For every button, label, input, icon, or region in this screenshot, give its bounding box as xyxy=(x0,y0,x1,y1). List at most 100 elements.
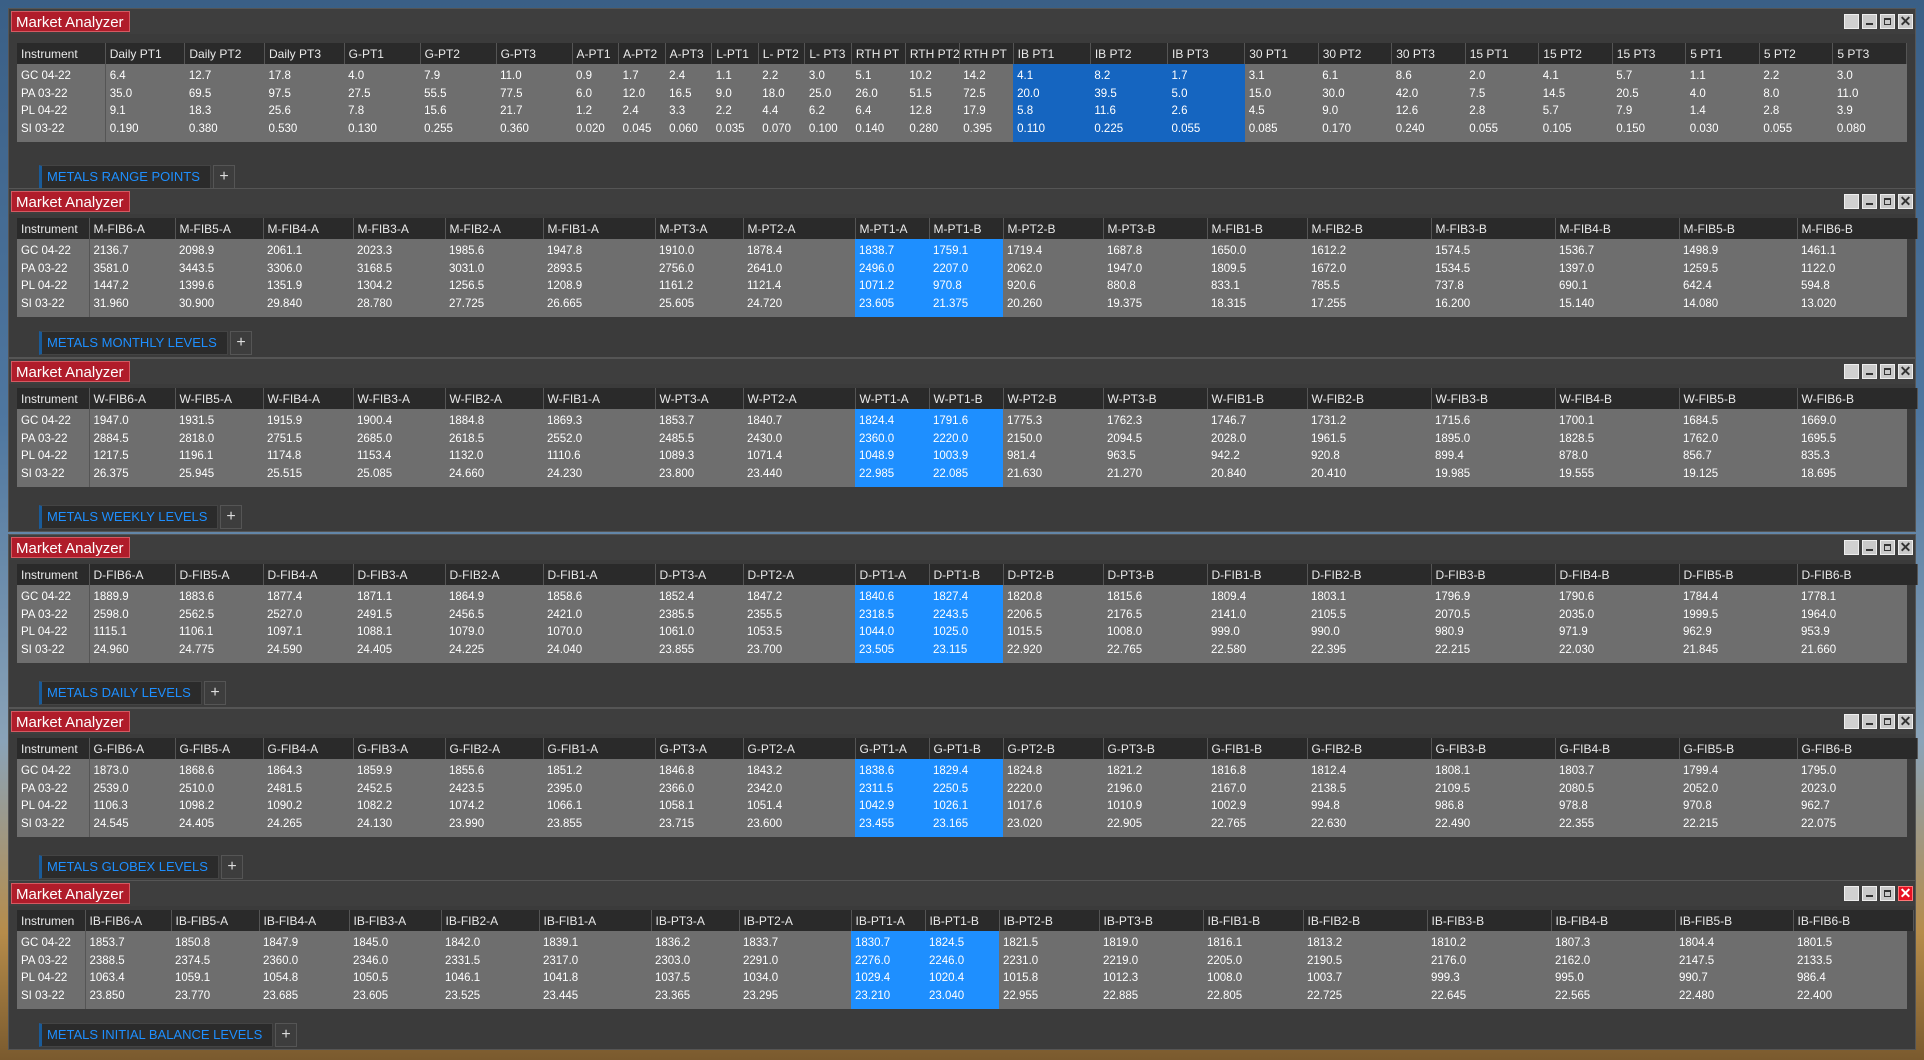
value-cell[interactable]: 0.070 xyxy=(758,121,805,143)
value-cell[interactable]: 5.7 xyxy=(1539,103,1613,121)
add-tab-button[interactable]: + xyxy=(221,855,243,879)
column-header[interactable]: W-FIB2-B xyxy=(1307,388,1432,409)
value-cell[interactable]: 0.030 xyxy=(1686,121,1760,143)
value-cell[interactable]: 1790.6 xyxy=(1555,585,1679,607)
column-header[interactable]: 15 PT2 xyxy=(1538,43,1613,64)
value-cell[interactable]: 2147.5 xyxy=(1675,953,1793,971)
value-cell[interactable]: 1008.0 xyxy=(1103,624,1207,642)
value-cell[interactable]: 1046.1 xyxy=(441,970,539,988)
value-cell[interactable]: 2098.9 xyxy=(175,239,263,261)
table-row[interactable]: PA 03-22 35.0 69.5 97.5 27.5 55.5 77.5 6.0 12.0 1… xyxy=(17,85,1907,104)
add-tab-button[interactable]: + xyxy=(213,165,235,189)
value-cell[interactable]: 1858.6 xyxy=(543,585,655,607)
column-header-instrument[interactable]: Instrumen xyxy=(17,910,86,931)
value-cell[interactable]: 27.5 xyxy=(344,86,420,104)
column-header[interactable]: IB-FIB5-A xyxy=(171,910,260,931)
column-header[interactable]: W-PT1-A xyxy=(855,388,930,409)
value-cell[interactable]: 24.775 xyxy=(175,642,263,664)
column-header[interactable]: IB-PT2-B xyxy=(999,910,1100,931)
column-header[interactable]: D-FIB2-B xyxy=(1307,564,1432,585)
column-header[interactable]: G-FIB6-B xyxy=(1797,738,1918,759)
column-header[interactable]: IB PT1 xyxy=(1013,43,1091,64)
value-cell[interactable]: 12.0 xyxy=(619,86,666,104)
value-cell[interactable]: 1762.3 xyxy=(1103,409,1207,431)
value-cell[interactable]: 1859.9 xyxy=(353,759,445,781)
column-header[interactable]: IB-PT1-B xyxy=(925,910,1000,931)
value-cell[interactable]: 23.685 xyxy=(259,988,349,1010)
value-cell[interactable]: 1840.7 xyxy=(743,409,855,431)
column-header[interactable]: D-PT3-A xyxy=(655,564,744,585)
value-cell[interactable]: 1059.1 xyxy=(171,970,259,988)
value-cell[interactable]: 23.715 xyxy=(655,816,743,838)
value-cell[interactable]: 1054.8 xyxy=(259,970,349,988)
value-cell[interactable]: 2539.0 xyxy=(89,781,175,799)
value-cell[interactable]: 21.270 xyxy=(1103,466,1207,488)
value-cell[interactable]: 24.720 xyxy=(743,296,855,318)
value-cell[interactable]: 0.395 xyxy=(959,121,1013,143)
column-header-instrument[interactable]: Instrument xyxy=(17,218,90,239)
column-header[interactable]: M-FIB2-A xyxy=(445,218,544,239)
value-cell[interactable]: 0.255 xyxy=(420,121,496,143)
column-header[interactable]: D-FIB4-A xyxy=(263,564,354,585)
value-cell[interactable]: 5.1 xyxy=(851,64,905,86)
table-row[interactable]: PA 03-22 2388.5 2374.5 2360.0 2346.0 2331.5 23… xyxy=(17,952,1913,971)
instrument-cell[interactable]: PL 04-22 xyxy=(17,448,90,466)
value-cell[interactable]: 2485.5 xyxy=(655,431,743,449)
value-cell[interactable]: 1731.2 xyxy=(1307,409,1431,431)
column-header[interactable]: D-FIB4-B xyxy=(1555,564,1680,585)
value-cell[interactable]: 7.9 xyxy=(1612,103,1686,121)
value-cell[interactable]: 1915.9 xyxy=(263,409,353,431)
value-cell[interactable]: 1828.5 xyxy=(1555,431,1679,449)
value-cell[interactable]: 2243.5 xyxy=(929,606,1003,624)
column-header[interactable]: M-FIB5-B xyxy=(1679,218,1798,239)
value-cell[interactable]: 2388.5 xyxy=(85,953,171,971)
value-cell[interactable]: 1037.5 xyxy=(651,970,739,988)
value-cell[interactable]: 2685.0 xyxy=(353,431,445,449)
value-cell[interactable]: 1.2 xyxy=(572,103,619,121)
column-header[interactable]: IB-FIB2-A xyxy=(441,910,540,931)
value-cell[interactable]: 0.055 xyxy=(1167,120,1245,142)
value-cell[interactable]: 6.2 xyxy=(805,103,852,121)
tab-metals-initial-balance-levels[interactable]: METALS INITIAL BALANCE LEVELS xyxy=(39,1023,274,1047)
value-cell[interactable]: 1029.4 xyxy=(851,970,925,988)
value-cell[interactable]: 1910.0 xyxy=(655,239,743,261)
value-cell[interactable]: 2385.5 xyxy=(655,607,743,625)
value-cell[interactable]: 1803.1 xyxy=(1307,585,1431,607)
value-cell[interactable]: 69.5 xyxy=(185,86,265,104)
instrument-cell[interactable]: PL 04-22 xyxy=(17,624,90,642)
value-cell[interactable]: 1003.9 xyxy=(929,448,1003,466)
tab-metals-globex-levels[interactable]: METALS GLOBEX LEVELS xyxy=(39,855,219,879)
value-cell[interactable]: 2496.0 xyxy=(855,260,929,278)
value-cell[interactable]: 3443.5 xyxy=(175,261,263,279)
value-cell[interactable]: 1089.3 xyxy=(655,448,743,466)
value-cell[interactable]: 1838.7 xyxy=(855,239,929,261)
value-cell[interactable]: 25.6 xyxy=(265,103,345,121)
value-cell[interactable]: 2430.0 xyxy=(743,431,855,449)
value-cell[interactable]: 23.770 xyxy=(171,988,259,1010)
value-cell[interactable]: 19.985 xyxy=(1431,466,1555,488)
value-cell[interactable]: 2190.5 xyxy=(1303,953,1427,971)
value-cell[interactable]: 1847.2 xyxy=(743,585,855,607)
column-header[interactable]: G-FIB2-B xyxy=(1307,738,1432,759)
value-cell[interactable]: 1799.4 xyxy=(1679,759,1797,781)
value-cell[interactable]: 1042.9 xyxy=(855,798,929,816)
value-cell[interactable]: 1447.2 xyxy=(89,278,175,296)
value-cell[interactable]: 2133.5 xyxy=(1793,953,1913,971)
link-button[interactable] xyxy=(1844,194,1859,209)
value-cell[interactable]: 25.515 xyxy=(263,466,353,488)
column-header[interactable]: M-FIB1-B xyxy=(1207,218,1308,239)
value-cell[interactable]: 22.075 xyxy=(1797,816,1917,838)
value-cell[interactable]: 23.040 xyxy=(925,987,999,1009)
value-cell[interactable]: 0.045 xyxy=(619,121,666,143)
value-cell[interactable]: 2080.5 xyxy=(1555,781,1679,799)
value-cell[interactable]: 1536.7 xyxy=(1555,239,1679,261)
column-header-instrument[interactable]: Instrument xyxy=(17,43,106,64)
value-cell[interactable]: 2035.0 xyxy=(1555,607,1679,625)
value-cell[interactable]: 1098.2 xyxy=(175,798,263,816)
value-cell[interactable]: 18.3 xyxy=(185,103,265,121)
value-cell[interactable]: 1122.0 xyxy=(1797,261,1917,279)
table-row[interactable]: GC 04-22 2136.7 2098.9 2061.1 2023.3 1985.6 19… xyxy=(17,239,1917,261)
value-cell[interactable]: 942.2 xyxy=(1207,448,1307,466)
column-header[interactable]: W-FIB1-B xyxy=(1207,388,1308,409)
value-cell[interactable]: 1026.1 xyxy=(929,798,1003,816)
